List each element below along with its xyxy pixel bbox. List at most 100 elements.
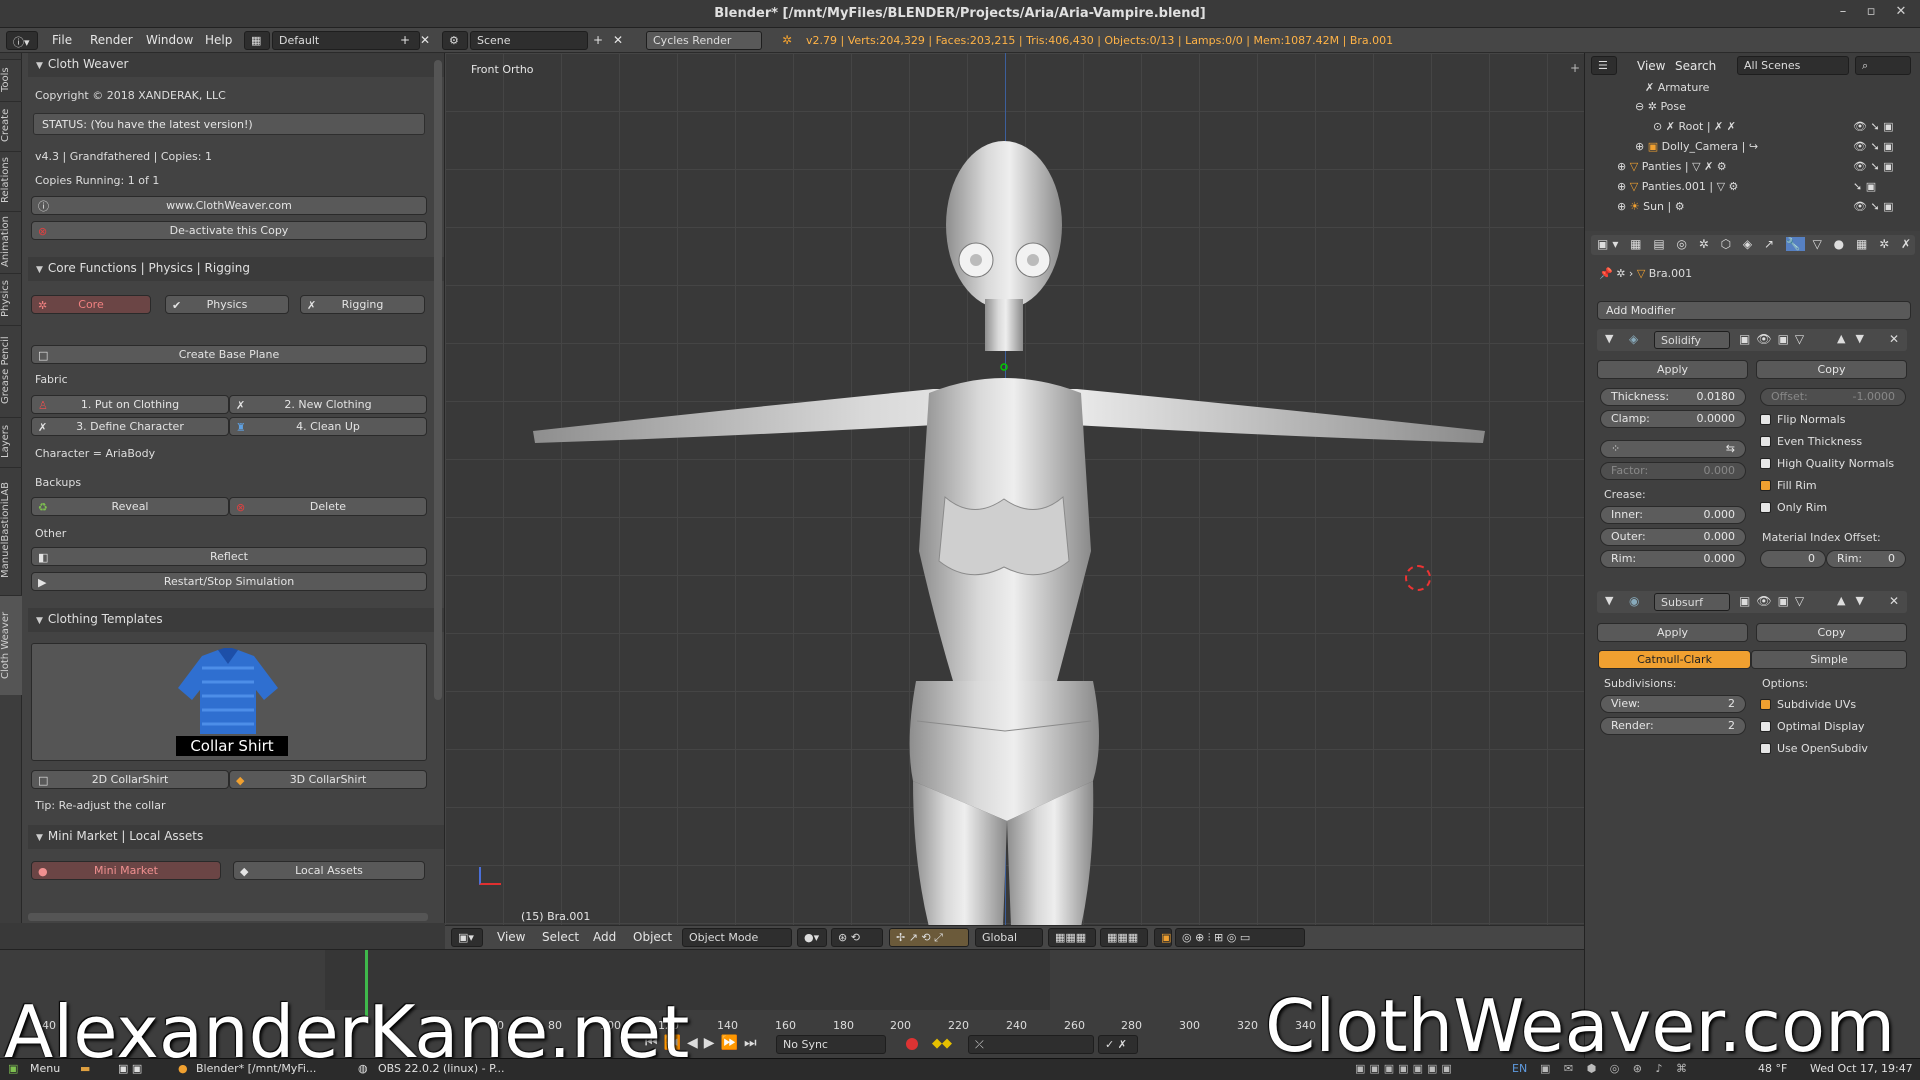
factor-field[interactable]: Factor: 0.000 (1600, 462, 1746, 480)
material-offset-field[interactable]: 0 (1760, 550, 1826, 568)
menu-icon[interactable]: ▣ (8, 1062, 18, 1075)
close-window-button[interactable]: ✕ (1892, 4, 1910, 22)
move-arrows[interactable]: ▲▼ (1837, 332, 1874, 345)
mode-select[interactable]: Object Mode (682, 928, 792, 947)
layers-grid-a[interactable]: ▦▦▦ (1048, 928, 1096, 947)
menu-select[interactable]: Select (542, 930, 579, 944)
scenes-filter-select[interactable]: All Scenes (1737, 56, 1849, 75)
outliner-item-sun[interactable]: ⊕ ☀ Sun | ⚙ (1617, 200, 1685, 213)
tab-manuelbastionilab[interactable]: ManuelBastioniLAB (0, 467, 22, 593)
solidify-name-field[interactable]: Solidify (1654, 331, 1730, 349)
panel-header-core-functions[interactable]: Core Functions | Physics | Rigging (28, 257, 444, 281)
editor-type-icon[interactable]: ⓘ▾ (6, 31, 38, 50)
menu-file[interactable]: File (52, 33, 72, 47)
optimal-display-checkbox[interactable]: Optimal Display (1760, 720, 1865, 733)
vertex-group-field[interactable]: ⁘ ⇆ (1600, 440, 1746, 458)
reflect-button[interactable]: ◧ Reflect (31, 547, 427, 566)
catmull-clark-option[interactable]: Catmull-Clark (1598, 650, 1751, 669)
search-field[interactable]: ⌕ (1855, 56, 1911, 75)
obs-task-button[interactable]: OBS 22.0.2 (linux) - P... (378, 1062, 505, 1075)
layers-grid-b[interactable]: ▦▦▦ (1100, 928, 1148, 947)
menu-render[interactable]: Render (90, 33, 133, 47)
menu-view[interactable]: View (1637, 59, 1665, 73)
mini-market-button[interactable]: ● Mini Market (31, 861, 221, 880)
collapse-icon[interactable]: ▼ (1605, 332, 1613, 345)
subsurf-name-field[interactable]: Subsurf (1654, 593, 1730, 611)
manipulator-toggles[interactable]: ✢ ↗ ⟲ ⤢ (889, 928, 969, 947)
remove-modifier-icon[interactable]: ✕ (1889, 594, 1899, 608)
tab-create[interactable]: Create (0, 101, 22, 149)
tab-animation[interactable]: Animation (0, 211, 22, 271)
3d-cursor-icon[interactable] (1405, 565, 1431, 591)
new-clothing-button[interactable]: ✗ 2. New Clothing (229, 395, 427, 414)
shading-select[interactable]: ●▾ (797, 928, 827, 947)
orientation-select[interactable]: Global (975, 928, 1043, 947)
use-opensubdiv-checkbox[interactable]: Use OpenSubdiv (1760, 742, 1868, 755)
menu-help[interactable]: Help (205, 33, 232, 47)
tab-grease-pencil[interactable]: Grease Pencil (0, 325, 22, 415)
sync-select[interactable]: No Sync (776, 1035, 886, 1054)
scene-select[interactable]: Scene (470, 31, 588, 50)
subsurf-render-levels[interactable]: Render: 2 (1600, 717, 1746, 735)
delete-button[interactable]: ⊗ Delete (229, 497, 427, 516)
solidify-apply-button[interactable]: Apply (1597, 360, 1748, 379)
add-scene-icon[interactable]: + (593, 33, 603, 47)
workspace-icon[interactable]: ▣ ▣ (118, 1062, 142, 1075)
solidify-copy-button[interactable]: Copy (1756, 360, 1907, 379)
offset-field[interactable]: Offset: -1.0000 (1760, 388, 1906, 406)
render-engine-select[interactable]: Cycles Render (646, 31, 762, 50)
files-icon[interactable]: ▬ (80, 1062, 90, 1075)
pivot-select[interactable]: ⊛ ⟲ (831, 928, 883, 947)
restart-simulation-button[interactable]: ▶ Restart/Stop Simulation (31, 572, 427, 591)
tab-physics[interactable]: Physics (0, 273, 22, 323)
outliner-item-panties[interactable]: ⊕ ▽ Panties | ▽ ✗ ⚙ (1617, 160, 1727, 173)
editor-type-icon[interactable]: ▣▾ (451, 928, 483, 947)
viewport-expand-icon[interactable]: + (1570, 61, 1580, 75)
start-menu-button[interactable]: Menu (30, 1062, 60, 1075)
fill-rim-checkbox[interactable]: Fill Rim (1760, 479, 1817, 492)
keyframe-icon[interactable]: ◆◆ (932, 1036, 952, 1051)
physics-tab-button[interactable]: ✔ Physics (165, 295, 289, 314)
outliner-item-armature[interactable]: ✗ Armature (1645, 81, 1709, 94)
minimize-button[interactable]: – (1834, 4, 1852, 22)
crease-inner-field[interactable]: Inner: 0.000 (1600, 506, 1746, 524)
tab-cloth-weaver[interactable]: Cloth Weaver (0, 595, 22, 695)
panel-header-mini-market[interactable]: Mini Market | Local Assets (28, 825, 444, 849)
panel-header-clothing-templates[interactable]: Clothing Templates (28, 608, 444, 632)
subsurf-modifier-header[interactable]: ▼ ◉ Subsurf ▣👁▣▽ ▲▼ ✕ (1597, 591, 1907, 613)
menu-add[interactable]: Add (593, 930, 616, 944)
outliner-item-pose[interactable]: ⊖ ✲ Pose (1635, 100, 1686, 113)
scene-icon[interactable]: ⚙ (442, 31, 468, 50)
keyframe-insert-icons[interactable]: ✓ ✗ (1098, 1035, 1138, 1054)
screen-layout-select[interactable]: Default (272, 31, 420, 50)
add-layout-icon[interactable]: + (400, 33, 410, 47)
panel-scroll-indicator[interactable] (28, 913, 428, 921)
toolshelf-scrollbar[interactable] (434, 60, 442, 700)
outliner-item-dolly-camera[interactable]: ⊕ ▣ Dolly_Camera | ↪ (1635, 140, 1758, 153)
simple-option[interactable]: Simple (1751, 650, 1907, 669)
restore-button[interactable]: ▫ (1862, 4, 1880, 22)
properties-tabs[interactable]: ▣▾ ▦ ▤ ◎ ✲ ⬡ ◈ ↗ 🔧 ▽ ● ▦ ✲ ✗ (1591, 235, 1915, 255)
outliner-item-root[interactable]: ⊙ ✗ Root | ✗ ✗ (1653, 120, 1736, 133)
define-character-button[interactable]: ✗ 3. Define Character (31, 417, 229, 436)
subdivide-uvs-checkbox[interactable]: Subdivide UVs (1760, 698, 1856, 711)
character-model[interactable] (533, 121, 1533, 925)
solidify-modifier-header[interactable]: ▼ ◈ Solidify ▣👁▣▽ ▲▼ ✕ (1597, 329, 1907, 351)
material-rim-field[interactable]: Rim: 0 (1826, 550, 1906, 568)
put-on-clothing-button[interactable]: ♙ 1. Put on Clothing (31, 395, 229, 414)
create-base-plane-button[interactable]: □ Create Base Plane (31, 345, 427, 364)
crease-outer-field[interactable]: Outer: 0.000 (1600, 528, 1746, 546)
collapse-icon[interactable]: ▼ (1605, 594, 1613, 607)
flip-normals-checkbox[interactable]: Flip Normals (1760, 413, 1845, 426)
thickness-field[interactable]: Thickness: 0.0180 (1600, 388, 1746, 406)
remove-modifier-icon[interactable]: ✕ (1889, 332, 1899, 346)
rigging-tab-button[interactable]: ✗ Rigging (300, 295, 425, 314)
editor-type-icon[interactable]: ☰ (1591, 56, 1617, 75)
website-button[interactable]: ⓘ www.ClothWeaver.com (31, 196, 427, 215)
outliner-item-panties-001[interactable]: ⊕ ▽ Panties.001 | ▽ ⚙ (1617, 180, 1738, 193)
record-icon[interactable] (906, 1038, 918, 1050)
tab-tools[interactable]: Tools (0, 59, 22, 99)
lock-layers-icon[interactable]: ▣ (1154, 928, 1172, 947)
status-icons[interactable]: ▣ ✉ ⬢ ◎ ⊛ ♪ ⌘ (1540, 1062, 1692, 1075)
tab-relations[interactable]: Relations (0, 151, 22, 209)
